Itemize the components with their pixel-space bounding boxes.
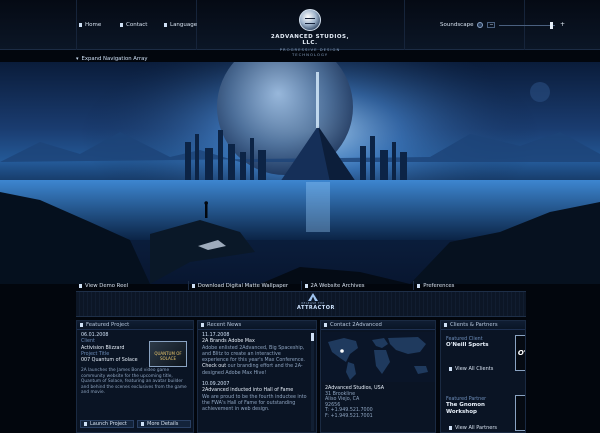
news-title[interactable]: 2Advanced inducted into Hall of Fame — [202, 388, 307, 394]
light-beam — [316, 72, 319, 128]
nav-language[interactable]: Language — [164, 22, 197, 28]
standing-figure — [205, 204, 208, 218]
more-details-button[interactable]: More Details — [137, 420, 191, 428]
featured-project-panel: Featured Project 06.01.2008 Client Activ… — [76, 320, 194, 433]
soundscape-control: Soundscape − + — [440, 21, 565, 29]
view-all-partners-label: View All Partners — [455, 425, 498, 431]
download-wallpaper-label: Download Digital Matte Wallpaper — [197, 282, 289, 289]
bullet-icon — [304, 283, 308, 288]
nav-language-label: Language — [170, 22, 198, 28]
panel-title: Recent News — [207, 322, 242, 328]
contact-address: 2Advanced Studios, USA 31 Brookline Alis… — [325, 386, 385, 419]
news-body: We are proud to be the fourth inductee i… — [202, 394, 307, 413]
speaker-icon[interactable] — [477, 22, 484, 28]
news-body: Adobe enlisted 2Advanced, Big Spaceship,… — [202, 345, 305, 376]
panel-title: Contact 2Advanced — [330, 322, 382, 328]
scrollbar-thumb[interactable] — [311, 333, 314, 341]
featured-client-name[interactable]: O'Neill Sports — [446, 342, 510, 349]
download-wallpaper-link[interactable]: Download Digital Matte Wallpaper — [187, 281, 301, 290]
news-scrollbar[interactable] — [311, 333, 314, 431]
thumbnail-text: QUANTUM OF SOLACE — [154, 351, 182, 361]
bullet-icon — [80, 323, 83, 327]
nav-contact[interactable]: Contact — [120, 22, 147, 28]
launch-project-label: Launch Project — [90, 421, 127, 427]
website-archives-label: 2A Website Archives — [310, 282, 365, 289]
project-thumbnail[interactable]: QUANTUM OF SOLACE — [149, 341, 187, 367]
partner-logo[interactable] — [515, 395, 526, 431]
top-bar: Home Contact Language 2ADVANCED STUDIOS,… — [0, 0, 600, 57]
view-demo-reel-link[interactable]: View Demo Reel — [76, 281, 188, 290]
nav-contact-label: Contact — [126, 22, 148, 28]
fax-number: F: +1.949.521.7001 — [325, 413, 373, 419]
nav-home[interactable]: Home — [79, 22, 101, 28]
bullet-icon — [324, 323, 327, 327]
bullet-icon — [79, 23, 82, 27]
hero-scene — [0, 62, 600, 284]
attractor-button[interactable]: RELEASE THE ATTRACTOR — [297, 293, 335, 311]
view-all-clients-label: View All Clients — [455, 366, 494, 372]
panel-header: Contact 2Advanced — [321, 321, 435, 330]
hero-artwork — [0, 62, 600, 284]
panel-header: Featured Project — [77, 321, 193, 330]
bullet-icon — [164, 23, 167, 27]
bullet-icon — [449, 367, 452, 371]
volume-slider-handle[interactable] — [550, 21, 554, 29]
panel-header: Recent News — [198, 321, 316, 330]
bullet-icon — [417, 283, 421, 288]
panel-title: Clients & Partners — [450, 322, 498, 328]
world-map[interactable] — [322, 332, 436, 382]
more-details-label: More Details — [147, 421, 179, 427]
website-archives-link[interactable]: 2A Website Archives — [300, 281, 414, 290]
news-list: 11.17.2008 2A Brands Adobe Max Adobe enl… — [198, 330, 316, 417]
quick-links: View Demo Reel Download Digital Matte Wa… — [76, 281, 526, 290]
client-logo[interactable]: O'NEILL — [515, 335, 526, 371]
preferences-label: Preferences — [423, 282, 455, 289]
client-logo-text: O'NEILL — [517, 349, 526, 357]
featured-partner: Featured Partner The Gnomon Workshop — [446, 397, 510, 415]
volume-down-button[interactable]: − — [487, 22, 496, 28]
bullet-icon — [79, 283, 82, 288]
logo-name: 2ADVANCED STUDIOS, LLC. — [270, 34, 350, 46]
gnomon-logo-icon — [523, 403, 526, 423]
attractor-label: ATTRACTOR — [297, 305, 335, 311]
featured-partner-name[interactable]: Workshop — [446, 409, 510, 416]
bullet-icon — [191, 283, 195, 288]
bullet-icon — [201, 323, 204, 327]
soundscape-label: Soundscape — [440, 22, 474, 28]
featured-client: Featured Client O'Neill Sports — [446, 337, 510, 349]
location-marker-icon — [340, 349, 344, 353]
bullet-icon — [84, 422, 87, 426]
contact-panel: Contact 2Advanced 2Advanced Studios, USA… — [320, 320, 436, 433]
panel-header: Clients & Partners — [441, 321, 525, 330]
clients-partners-panel: Clients & Partners Featured Client O'Nei… — [440, 320, 526, 433]
bullet-icon — [141, 422, 144, 426]
news-item: 10.09.2007 2Advanced inducted into Hall … — [202, 382, 307, 413]
divider — [404, 0, 405, 50]
divider — [76, 0, 77, 50]
distant-planet — [530, 82, 550, 102]
logo-emblem-icon — [299, 9, 321, 31]
panel-title: Featured Project — [86, 322, 130, 328]
brand-logo[interactable]: 2ADVANCED STUDIOS, LLC. PROGRESSIVE DESI… — [270, 9, 350, 57]
project-description: 2A launches the James Bond video game co… — [81, 368, 187, 396]
view-all-clients-link[interactable]: View All Clients — [446, 365, 506, 373]
launch-project-button[interactable]: Launch Project — [80, 420, 134, 428]
recent-news-panel: Recent News 11.17.2008 2A Brands Adobe M… — [197, 320, 317, 433]
nav-home-label: Home — [85, 22, 102, 28]
bullet-icon — [120, 23, 123, 27]
bullet-icon — [444, 323, 447, 327]
view-all-partners-link[interactable]: View All Partners — [446, 424, 510, 432]
attractor-icon — [308, 293, 318, 301]
news-item: 11.17.2008 2A Brands Adobe Max Adobe enl… — [202, 333, 307, 377]
check-out-link[interactable]: Check out — [202, 364, 226, 369]
volume-slider[interactable] — [499, 21, 556, 29]
volume-up-button[interactable]: + — [559, 22, 565, 28]
view-demo-reel-label: View Demo Reel — [85, 282, 129, 289]
preferences-link[interactable]: Preferences — [413, 281, 526, 290]
bullet-icon — [449, 426, 452, 430]
